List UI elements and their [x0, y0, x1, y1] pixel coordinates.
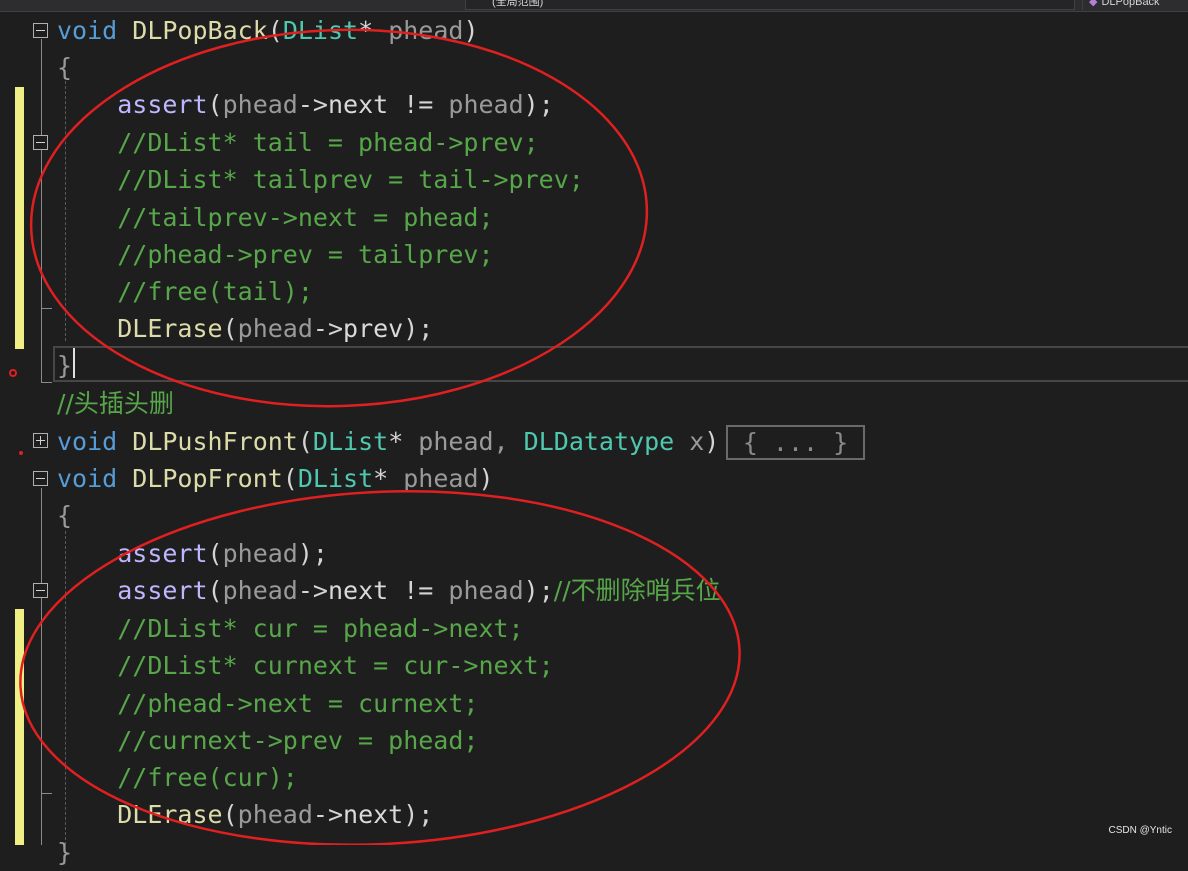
- watermark: CSDN @Yntic: [1108, 825, 1173, 836]
- breakpoint-dot: [19, 451, 23, 455]
- annotation-circle-popfront: [19, 489, 741, 845]
- annotation-layer: [9, 28, 741, 845]
- annotation-circle-popback: [29, 28, 649, 408]
- breakpoint-dot: [9, 369, 17, 377]
